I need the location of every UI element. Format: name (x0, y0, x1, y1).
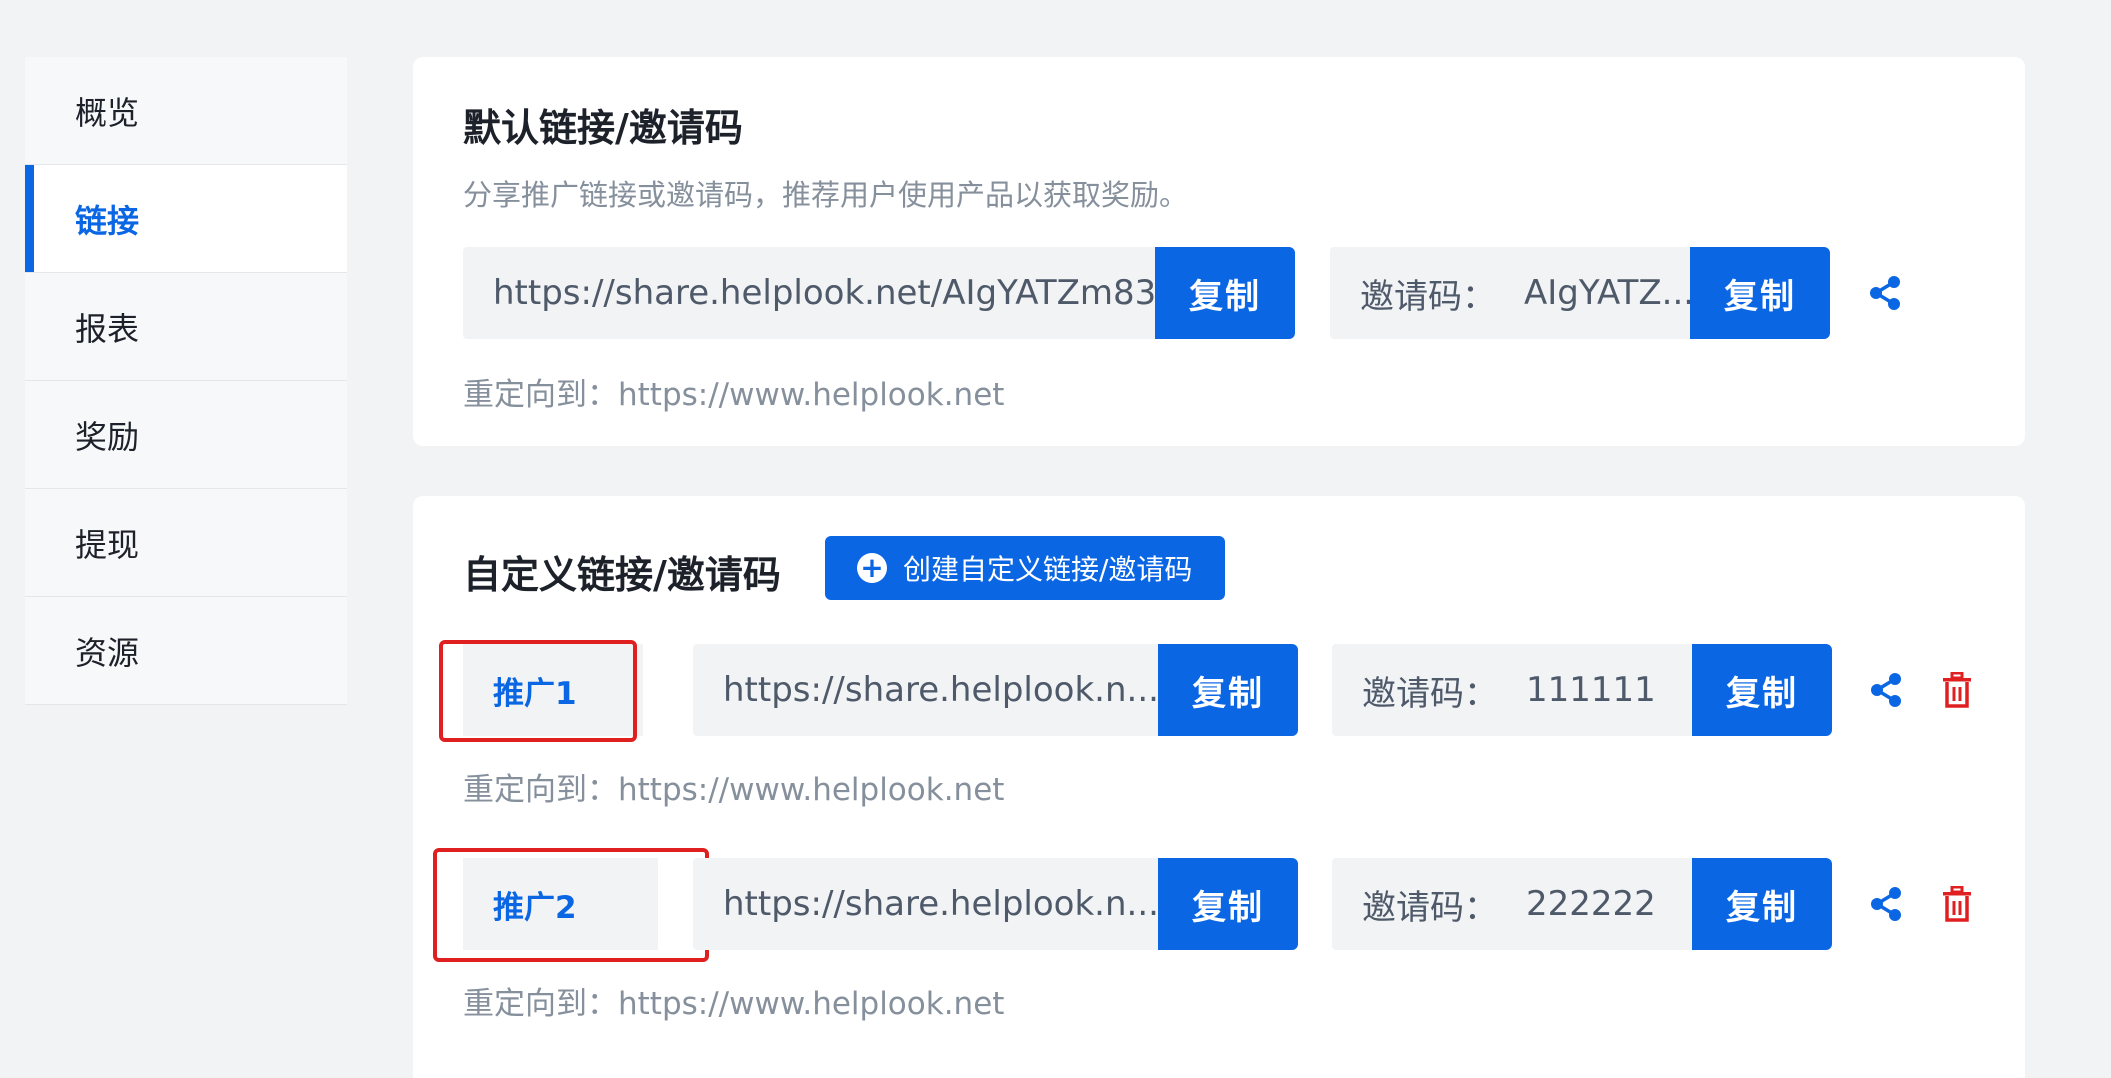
copy-invite-button[interactable]: 复制 (1692, 644, 1832, 736)
redirect-url: https://www.helplook.net (618, 986, 1005, 1022)
sidebar-item-resources[interactable]: 资源 (25, 597, 347, 705)
sidebar-item-label: 报表 (75, 309, 140, 348)
default-link-field[interactable]: https://share.helplook.net/AIgYATZm83... (463, 247, 1163, 339)
default-link-value: https://share.helplook.net/AIgYATZm83... (493, 273, 1163, 313)
sidebar-item-links[interactable]: 链接 (25, 165, 347, 273)
share-icon[interactable] (1864, 668, 1908, 712)
default-section-title: 默认链接/邀请码 (463, 106, 743, 150)
copy-link-button[interactable]: 复制 (1155, 247, 1295, 339)
sidebar-item-rewards[interactable]: 奖励 (25, 381, 347, 489)
delete-icon[interactable] (1935, 668, 1979, 712)
redirect-label: 重定向到： (463, 377, 618, 413)
custom-redirect: 重定向到：https://www.helplook.net (463, 978, 1004, 1023)
default-invite-field[interactable]: 邀请码： AIgYATZ... (1330, 247, 1700, 339)
custom-item-name[interactable]: 推广2 (463, 858, 658, 950)
custom-link-field[interactable]: https://share.helplook.n... (693, 644, 1168, 736)
sidebar-item-reports[interactable]: 报表 (25, 273, 347, 381)
redirect-url: https://www.helplook.net (618, 377, 1005, 413)
custom-link-card: 自定义链接/邀请码 + 创建自定义链接/邀请码 推广1 https://shar… (413, 496, 2025, 1078)
copy-link-button[interactable]: 复制 (1158, 644, 1298, 736)
default-redirect: 重定向到：https://www.helplook.net (463, 369, 1004, 414)
default-section-description: 分享推广链接或邀请码，推荐用户使用产品以获取奖励。 (463, 178, 1189, 212)
custom-item-name-text: 推广2 (493, 889, 577, 926)
sidebar: 概览 链接 报表 奖励 提现 资源 (25, 57, 347, 705)
redirect-url: https://www.helplook.net (618, 772, 1005, 808)
default-link-card: 默认链接/邀请码 分享推广链接或邀请码，推荐用户使用产品以获取奖励。 https… (413, 57, 2025, 446)
sidebar-item-withdraw[interactable]: 提现 (25, 489, 347, 597)
custom-link-field[interactable]: https://share.helplook.n... (693, 858, 1168, 950)
invite-label: 邀请码： (1362, 673, 1498, 714)
sidebar-item-label: 资源 (75, 633, 140, 672)
create-button-label: 创建自定义链接/邀请码 (903, 553, 1193, 586)
custom-item-name[interactable]: 推广1 (463, 644, 643, 736)
copy-invite-button[interactable]: 复制 (1692, 858, 1832, 950)
custom-link-value: https://share.helplook.n... (723, 670, 1159, 710)
custom-link-value: https://share.helplook.n... (723, 884, 1159, 924)
share-icon[interactable] (1863, 271, 1907, 315)
page: 概览 链接 报表 奖励 提现 资源 默认链接/邀请码 分享推广链接或邀请码，推荐… (0, 0, 2111, 1078)
default-invite-value: AIgYATZ... (1524, 273, 1695, 313)
create-custom-link-button[interactable]: + 创建自定义链接/邀请码 (825, 536, 1225, 600)
redirect-label: 重定向到： (463, 772, 618, 808)
copy-invite-button[interactable]: 复制 (1690, 247, 1830, 339)
sidebar-item-label: 提现 (75, 525, 140, 564)
plus-circle-icon: + (857, 553, 887, 583)
invite-label: 邀请码： (1360, 276, 1496, 317)
sidebar-item-label: 概览 (75, 93, 140, 132)
custom-section-title: 自定义链接/邀请码 (463, 553, 781, 597)
custom-invite-value: 222222 (1526, 884, 1656, 924)
redirect-label: 重定向到： (463, 986, 618, 1022)
custom-invite-value: 111111 (1526, 670, 1656, 710)
custom-redirect: 重定向到：https://www.helplook.net (463, 764, 1004, 809)
invite-label: 邀请码： (1362, 887, 1498, 928)
sidebar-item-label: 链接 (75, 201, 140, 240)
sidebar-item-overview[interactable]: 概览 (25, 57, 347, 165)
copy-link-button[interactable]: 复制 (1158, 858, 1298, 950)
custom-invite-field[interactable]: 邀请码： 111111 (1332, 644, 1702, 736)
sidebar-item-label: 奖励 (75, 417, 140, 456)
custom-invite-field[interactable]: 邀请码： 222222 (1332, 858, 1702, 950)
delete-icon[interactable] (1935, 882, 1979, 926)
custom-item-name-text: 推广1 (493, 675, 577, 712)
share-icon[interactable] (1864, 882, 1908, 926)
